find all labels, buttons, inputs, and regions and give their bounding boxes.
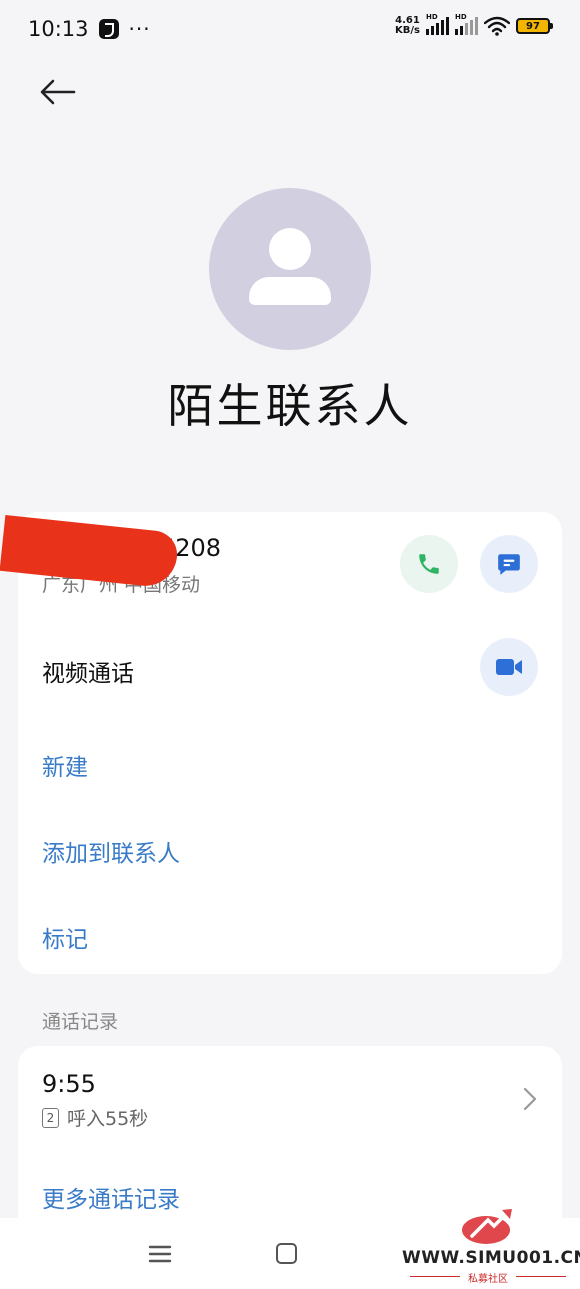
call-button[interactable] [400,535,458,593]
more-call-log-button[interactable]: 更多通话记录 [42,1180,180,1214]
avatar-person-head [269,228,311,270]
contact-actions-card: 5208 广东广州 中国移动 视频通话 新建 添加到联系人 标记 [0,512,562,974]
watermark-site: WWW.SIMU001.CN [402,1248,580,1268]
call-log-description: 呼入55秒 [67,1108,149,1130]
site-watermark: WWW.SIMU001.CN 私募社区 [402,1206,580,1286]
video-camera-icon [496,659,522,675]
call-log-detail: 2 呼入55秒 [42,1104,148,1131]
call-log-entry[interactable]: 9:55 2 呼入55秒 [18,1046,562,1156]
network-speed-unit: KB/s [395,25,420,36]
add-to-contacts-button[interactable]: 添加到联系人 [42,834,180,868]
watermark-subtitle: 私募社区 [402,1270,574,1285]
watermark-logo-icon [462,1209,512,1244]
phone-number-row[interactable]: 5208 广东广州 中国移动 [0,515,221,597]
network-speed: 4.61 KB/s [395,16,420,36]
more-notifications-icon: ··· [128,17,151,41]
tiktok-icon [98,19,119,39]
call-log-time: 9:55 [42,1070,96,1098]
contact-avatar [209,188,371,350]
battery-icon: 97 [516,18,553,34]
wifi-icon [484,16,510,36]
message-button[interactable] [480,535,538,593]
chevron-right-icon [523,1087,537,1111]
avatar-person-body [249,277,331,305]
phone-icon [419,554,439,574]
redaction-mark [0,515,180,589]
home-icon[interactable] [276,1243,297,1264]
signal-sim1-icon: HD [426,13,449,35]
back-arrow-icon [40,79,76,105]
sim-card-icon: 2 [42,1107,59,1128]
menu-icon[interactable] [148,1244,172,1264]
contact-name: 陌生联系人 [167,379,413,433]
status-bar: 10:13 ··· 4.61 KB/s HD HD 97 [0,0,580,58]
mark-number-button[interactable]: 标记 [42,920,88,954]
video-call-label[interactable]: 视频通话 [42,654,134,688]
message-icon [498,554,520,575]
back-button[interactable] [34,70,82,114]
signal-sim2-icon: HD [455,13,478,35]
status-indicators: 4.61 KB/s HD HD 97 [395,13,553,36]
new-contact-button[interactable]: 新建 [42,748,88,782]
status-time: 10:13 [28,17,89,41]
video-call-button[interactable] [480,638,538,696]
call-log-section-title: 通话记录 [42,1011,119,1033]
